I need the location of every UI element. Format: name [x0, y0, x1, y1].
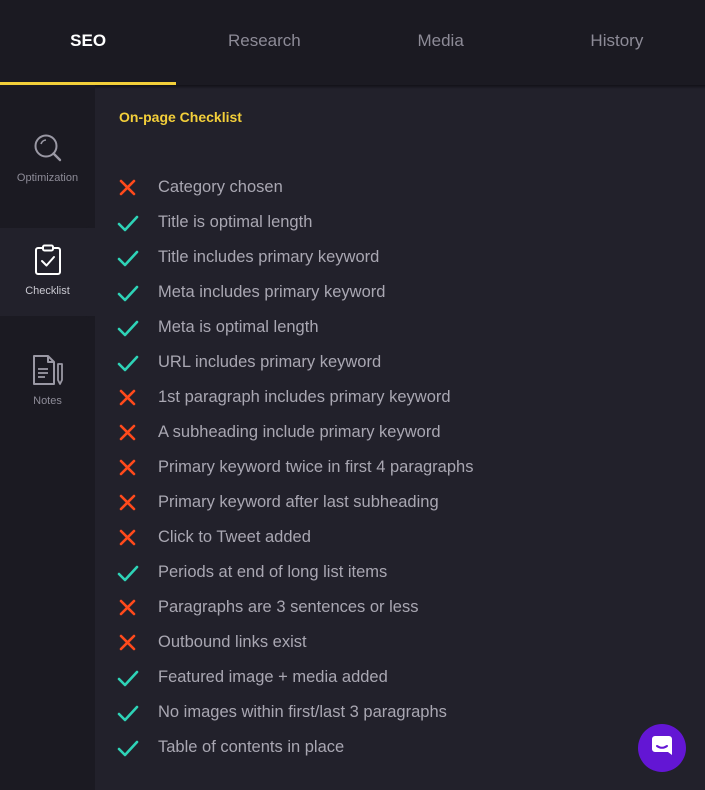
cross-icon [117, 632, 139, 654]
checklist-item: Outbound links exist [117, 625, 473, 660]
check-icon [117, 562, 139, 584]
check-icon [117, 212, 139, 234]
checklist-item-label: Title includes primary keyword [158, 248, 380, 266]
check-icon [117, 282, 139, 304]
chat-bubble-icon [650, 734, 674, 763]
checklist-item: Category chosen [117, 170, 473, 205]
check-icon [117, 247, 139, 269]
checklist-item-label: A subheading include primary keyword [158, 423, 441, 441]
checklist-item-label: Category chosen [158, 178, 283, 196]
checklist-item-label: 1st paragraph includes primary keyword [158, 388, 451, 406]
checklist-item: Meta includes primary keyword [117, 275, 473, 310]
check-icon [117, 317, 139, 339]
checklist-item: Featured image + media added [117, 660, 473, 695]
tab-research[interactable]: Research [176, 0, 352, 82]
checklist-item-label: Click to Tweet added [158, 528, 311, 546]
clipboard-check-icon [33, 244, 63, 279]
tab-media[interactable]: Media [353, 0, 529, 82]
checklist-item: Primary keyword twice in first 4 paragra… [117, 450, 473, 485]
check-icon [117, 352, 139, 374]
sidebar-item-label: Optimization [16, 172, 79, 184]
check-icon [117, 702, 139, 724]
sidebar-item-optimization[interactable]: Optimization [0, 85, 95, 228]
checklist-item-label: Title is optimal length [158, 213, 313, 231]
check-icon [117, 667, 139, 689]
cross-icon [117, 527, 139, 549]
checklist-item-label: Outbound links exist [158, 633, 307, 651]
checklist-item: URL includes primary keyword [117, 345, 473, 380]
checklist-panel: On-page Checklist Category chosen Title i… [95, 89, 705, 790]
sidebar: Optimization Checklist Notes [0, 85, 95, 790]
sidebar-item-checklist[interactable]: Checklist [0, 228, 95, 316]
cross-icon [117, 387, 139, 409]
checklist-item: A subheading include primary keyword [117, 415, 473, 450]
checklist-item-label: Paragraphs are 3 sentences or less [158, 598, 419, 616]
magnifier-icon [33, 133, 63, 166]
checklist-item-label: Periods at end of long list items [158, 563, 388, 581]
checklist-item-label: Primary keyword after last subheading [158, 493, 439, 511]
tab-seo[interactable]: SEO [0, 0, 177, 85]
checklist-item-label: Primary keyword twice in first 4 paragra… [158, 458, 474, 476]
checklist-item: Meta is optimal length [117, 310, 473, 345]
checklist-item: 1st paragraph includes primary keyword [117, 380, 473, 415]
checklist: Category chosen Title is optimal length Ti… [117, 170, 473, 765]
checklist-item-label: URL includes primary keyword [158, 353, 382, 371]
note-pen-icon [31, 354, 65, 389]
checklist-item: Title includes primary keyword [117, 240, 473, 275]
checklist-item-label: Meta is optimal length [158, 318, 319, 336]
chat-launcher-button[interactable] [638, 724, 686, 772]
checklist-item: Table of contents in place [117, 730, 473, 765]
cross-icon [117, 597, 139, 619]
checklist-item-label: No images within first/last 3 paragraphs [158, 703, 447, 721]
cross-icon [117, 177, 139, 199]
checklist-item: Primary keyword after last subheading [117, 485, 473, 520]
top-tab-bar: SEO Research Media History [0, 0, 705, 85]
checklist-item-label: Meta includes primary keyword [158, 283, 386, 301]
sidebar-item-notes[interactable]: Notes [0, 316, 95, 416]
sidebar-item-label: Checklist [25, 285, 70, 297]
cross-icon [117, 457, 139, 479]
checklist-item: Periods at end of long list items [117, 555, 473, 590]
checklist-item: Paragraphs are 3 sentences or less [117, 590, 473, 625]
checklist-item-label: Table of contents in place [158, 738, 345, 756]
section-title: On-page Checklist [119, 109, 242, 125]
checklist-item: Click to Tweet added [117, 520, 473, 555]
cross-icon [117, 492, 139, 514]
check-icon [117, 737, 139, 759]
checklist-item-label: Featured image + media added [158, 668, 388, 686]
tab-history[interactable]: History [529, 0, 705, 82]
cross-icon [117, 422, 139, 444]
checklist-item: Title is optimal length [117, 205, 473, 240]
sidebar-item-label: Notes [33, 395, 62, 407]
checklist-item: No images within first/last 3 paragraphs [117, 695, 473, 730]
